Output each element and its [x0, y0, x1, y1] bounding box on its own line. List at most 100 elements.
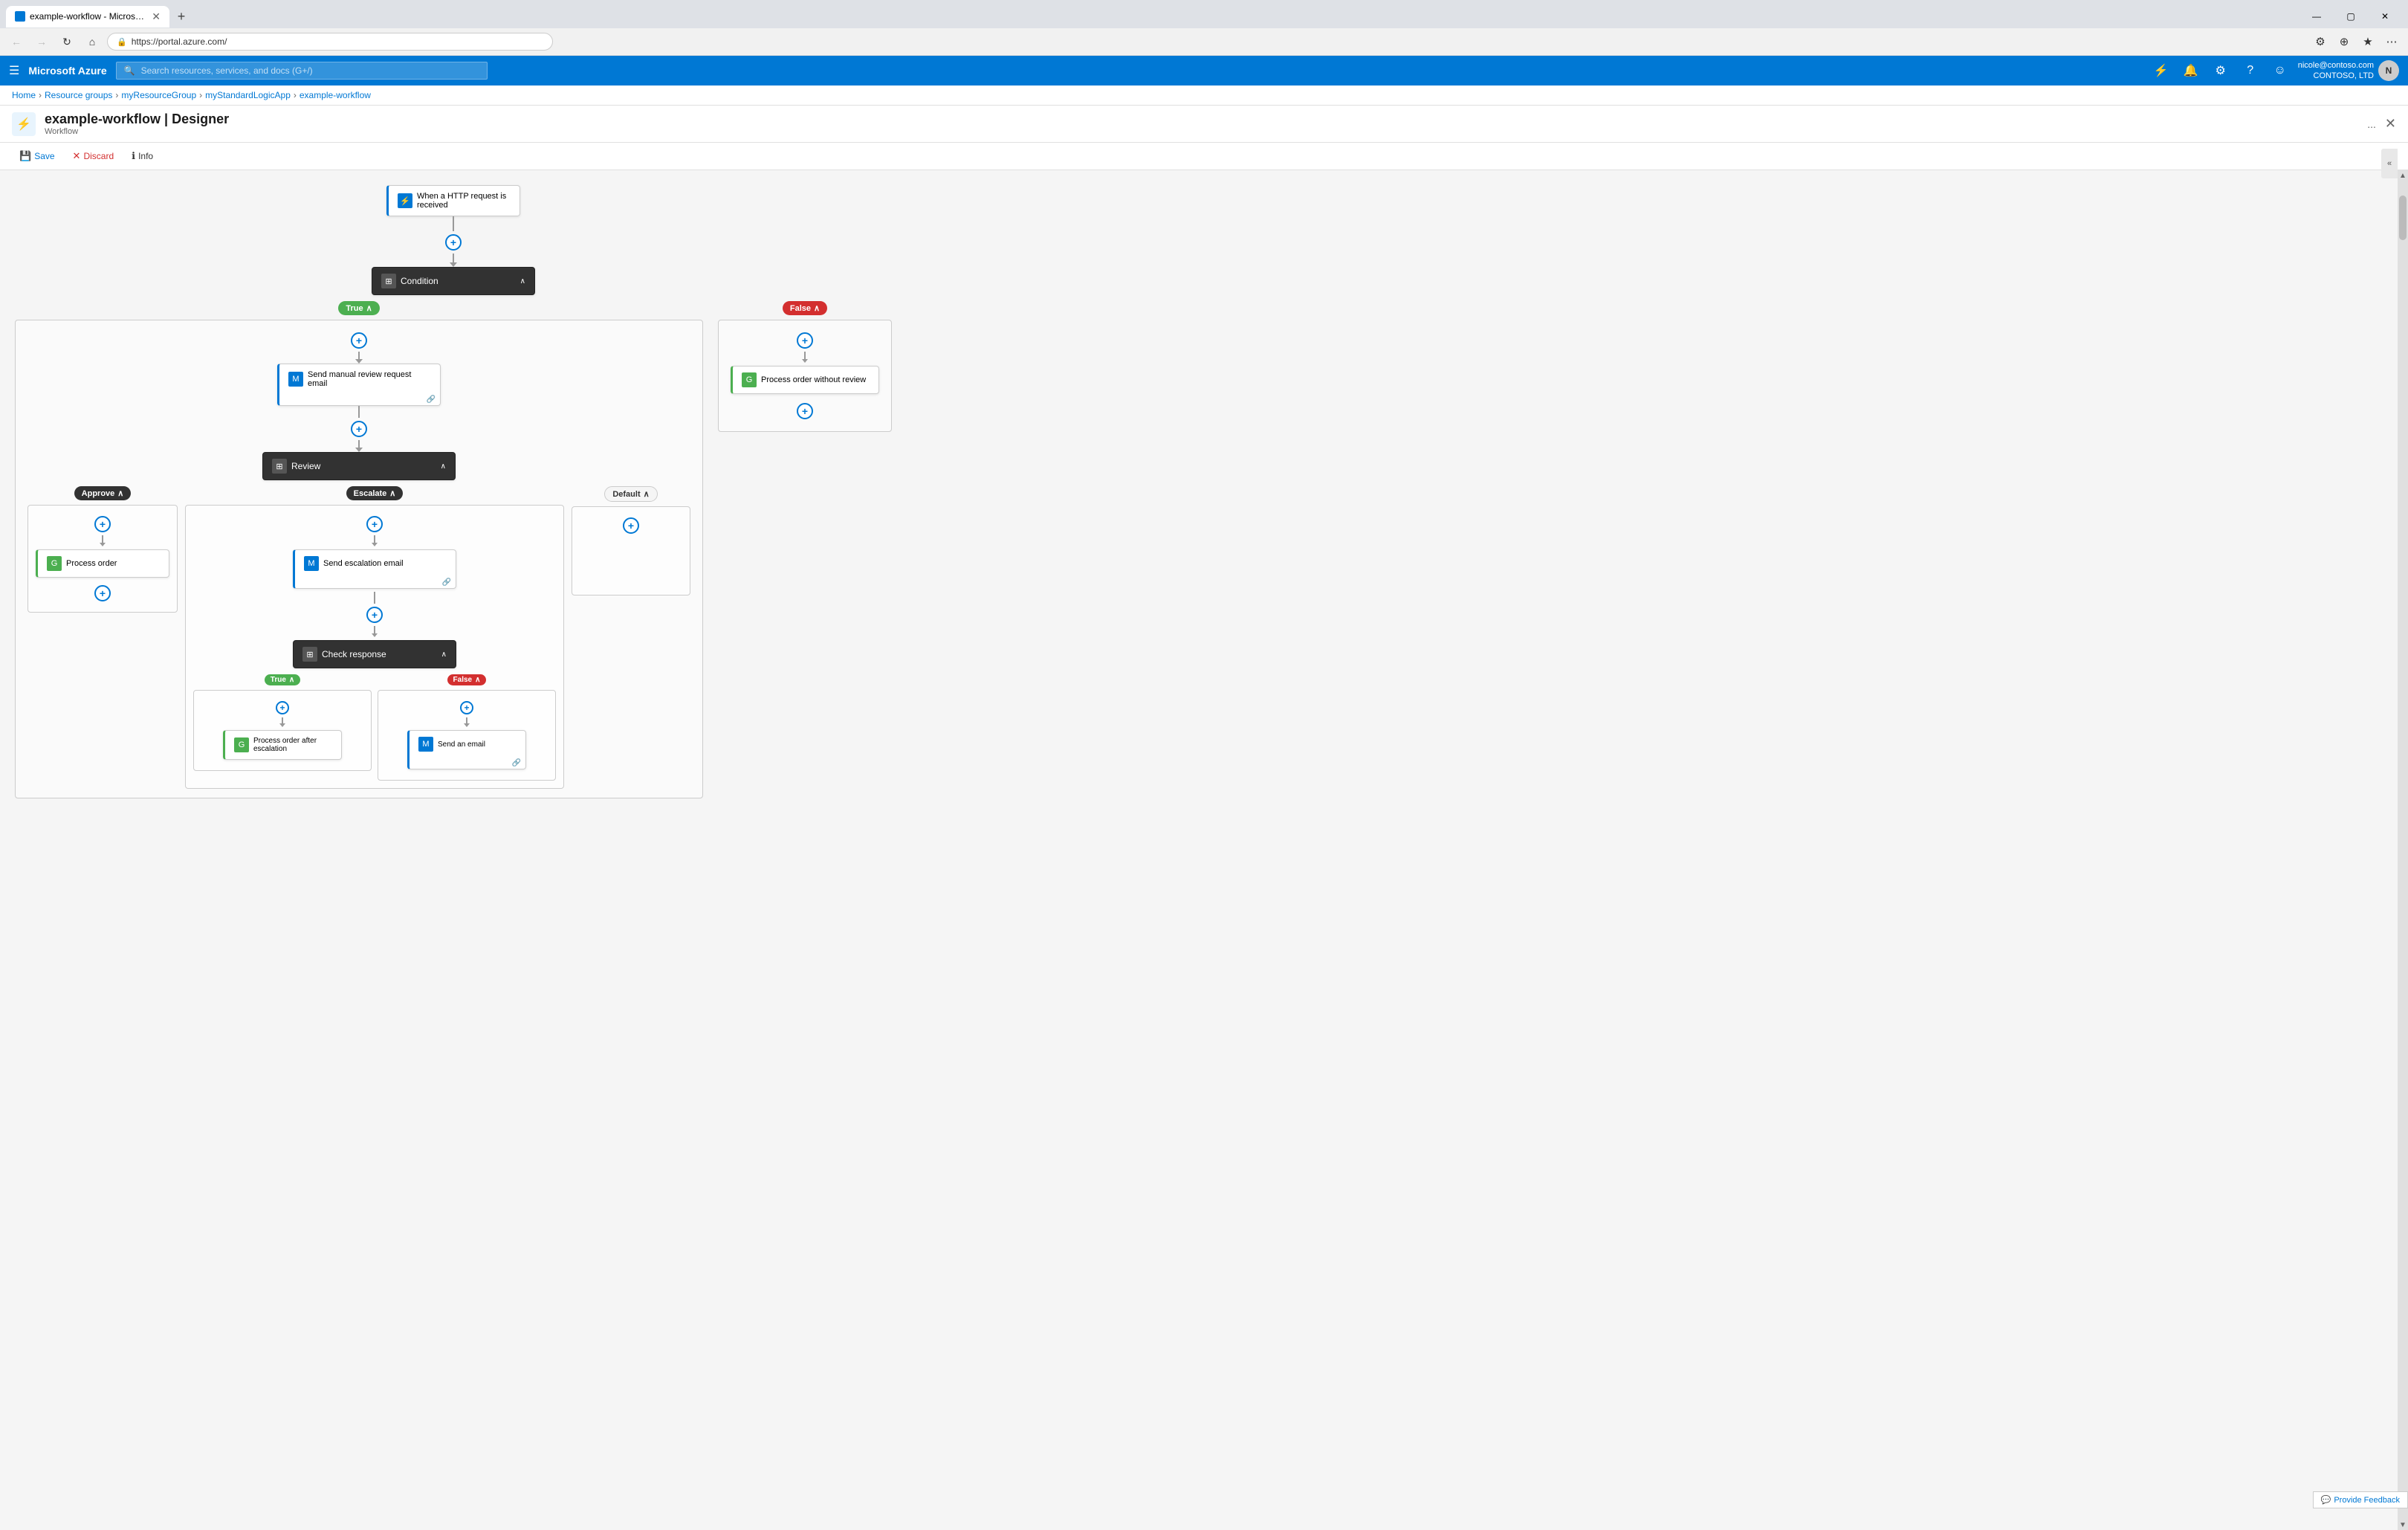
breadcrumb-sep-2: ›: [115, 90, 118, 100]
check-response-node[interactable]: ⊞ Check response ∧: [293, 640, 456, 668]
zoom-icon[interactable]: ⊕: [2334, 31, 2354, 52]
add-default[interactable]: +: [623, 517, 639, 534]
escalate-label[interactable]: Escalate ∧: [346, 486, 404, 500]
scroll-thumb[interactable]: [2399, 196, 2407, 240]
home-button[interactable]: ⌂: [82, 31, 103, 52]
process-order-node[interactable]: G Process order: [36, 549, 169, 578]
workflow-canvas[interactable]: ⚡ When a HTTP request is received + ⊞: [0, 170, 2398, 1530]
back-button[interactable]: ←: [6, 31, 27, 52]
add-step-1[interactable]: +: [445, 234, 462, 251]
extensions-icon[interactable]: ⚙: [2310, 31, 2331, 52]
add-escalate-1[interactable]: +: [366, 516, 383, 532]
more-options-icon[interactable]: ...: [2367, 118, 2376, 130]
breadcrumb-sep-3: ›: [199, 90, 202, 100]
check-false-branch: False ∧ +: [378, 674, 556, 781]
send-email-node[interactable]: M Send an email 🔗: [407, 730, 526, 769]
breadcrumb-sep-4: ›: [294, 90, 297, 100]
trigger-label: When a HTTP request is received: [417, 192, 511, 210]
feedback-icon: 💬: [2321, 1495, 2331, 1505]
settings-icon[interactable]: ⚙: [2209, 59, 2233, 83]
approve-box: + G Process order: [27, 505, 178, 613]
breadcrumb-logic-app[interactable]: myStandardLogicApp: [205, 90, 291, 100]
process-after-escalation-node[interactable]: G Process order after escalation: [223, 730, 342, 760]
process-without-label: Process order without review: [761, 375, 866, 384]
new-tab-button[interactable]: +: [171, 6, 192, 27]
info-button[interactable]: ℹ Info: [124, 147, 161, 165]
check-true-label[interactable]: True ∧: [265, 674, 300, 685]
vertical-scrollbar[interactable]: ▲ ▼: [2398, 170, 2408, 1530]
breadcrumb-my-resource-group[interactable]: myResourceGroup: [121, 90, 196, 100]
designer-toolbar: 💾 Save ✕ Discard ℹ Info: [0, 143, 2408, 170]
page-close-button[interactable]: ✕: [2385, 116, 2396, 132]
conn-t3: [358, 440, 360, 448]
browser-toolbar-icons: ⚙ ⊕ ★ ⋯: [2310, 31, 2402, 52]
add-check-false[interactable]: +: [460, 701, 473, 714]
scroll-up[interactable]: ▲: [2398, 170, 2408, 181]
false-label[interactable]: False ∧: [783, 301, 827, 315]
tab-close-button[interactable]: ✕: [152, 10, 161, 23]
approve-label[interactable]: Approve ∧: [74, 486, 132, 500]
forward-button[interactable]: →: [31, 31, 52, 52]
add-approve-2[interactable]: +: [94, 585, 111, 601]
process-order-label: Process order: [66, 559, 117, 568]
search-input[interactable]: [141, 65, 479, 76]
page-title: example-workflow | Designer: [45, 112, 2358, 127]
condition-node[interactable]: ⊞ Condition ∧: [372, 267, 535, 295]
process-without-review-node[interactable]: G Process order without review: [731, 366, 879, 394]
search-icon: 🔍: [124, 65, 135, 76]
add-true-1[interactable]: +: [351, 332, 367, 349]
hamburger-icon[interactable]: ☰: [9, 63, 19, 78]
send-review-email-node[interactable]: M Send manual review request email 🔗: [277, 364, 441, 406]
url-text: https://portal.azure.com/: [132, 36, 227, 47]
add-true-2[interactable]: +: [351, 421, 367, 437]
minimize-button[interactable]: —: [2299, 4, 2334, 28]
add-approve-1[interactable]: +: [94, 516, 111, 532]
add-escalate-2[interactable]: +: [366, 607, 383, 623]
favorites-icon[interactable]: ★: [2357, 31, 2378, 52]
send-review-icon: M: [288, 372, 303, 387]
check-false-label[interactable]: False ∧: [447, 674, 487, 685]
trigger-icon: ⚡: [398, 193, 412, 208]
save-icon: 💾: [19, 150, 31, 162]
notifications-icon[interactable]: 🔔: [2179, 59, 2203, 83]
condition-branches: True ∧ + M: [15, 301, 892, 798]
active-tab[interactable]: example-workflow - Microsoft A... ✕: [6, 6, 169, 28]
user-info[interactable]: nicole@contoso.com CONTOSO, LTD N: [2298, 60, 2399, 82]
cloud-shell-icon[interactable]: ⚡: [2149, 59, 2173, 83]
user-name: nicole@contoso.com CONTOSO, LTD: [2298, 60, 2374, 82]
feedback-button[interactable]: 💬 Provide Feedback: [2313, 1491, 2408, 1508]
close-button[interactable]: ✕: [2368, 4, 2402, 28]
breadcrumb-resource-groups[interactable]: Resource groups: [45, 90, 112, 100]
breadcrumb-sep-1: ›: [39, 90, 42, 100]
save-button[interactable]: 💾 Save: [12, 147, 62, 165]
help-icon[interactable]: ?: [2239, 59, 2262, 83]
maximize-button[interactable]: ▢: [2334, 4, 2368, 28]
trigger-node[interactable]: ⚡ When a HTTP request is received: [386, 185, 520, 216]
add-false-1[interactable]: +: [797, 332, 813, 349]
default-box: +: [572, 506, 690, 595]
add-check-true[interactable]: +: [276, 701, 289, 714]
discard-button[interactable]: ✕ Discard: [65, 147, 122, 165]
review-node[interactable]: ⊞ Review ∧: [262, 452, 456, 480]
browser-chrome: example-workflow - Microsoft A... ✕ + — …: [0, 0, 2408, 56]
send-review-label: Send manual review request email: [308, 370, 431, 388]
more-icon[interactable]: ⋯: [2381, 31, 2402, 52]
tab-favicon: [15, 11, 25, 22]
header-icons: ⚡ 🔔 ⚙ ? ☺ nicole@contoso.com CONTOSO, LT…: [2149, 59, 2399, 83]
refresh-button[interactable]: ↻: [56, 31, 77, 52]
condition-icon: ⊞: [381, 274, 396, 288]
global-search[interactable]: 🔍: [116, 62, 488, 80]
scroll-down[interactable]: ▼: [2398, 1520, 2408, 1530]
true-label[interactable]: True ∧: [338, 301, 379, 315]
default-label[interactable]: Default ∧: [604, 486, 657, 502]
breadcrumb-workflow[interactable]: example-workflow: [300, 90, 371, 100]
feedback-header-icon[interactable]: ☺: [2268, 59, 2292, 83]
breadcrumb-home[interactable]: Home: [12, 90, 36, 100]
collapse-panel-button[interactable]: «: [2381, 170, 2398, 178]
url-bar[interactable]: 🔒 https://portal.azure.com/: [107, 33, 553, 51]
approve-chevron: ∧: [117, 488, 123, 498]
send-escalation-node[interactable]: M Send escalation email 🔗: [293, 549, 456, 589]
add-false-2[interactable]: +: [797, 403, 813, 419]
default-branch: Default ∧ +: [572, 486, 690, 595]
process-without-icon: G: [742, 372, 757, 387]
